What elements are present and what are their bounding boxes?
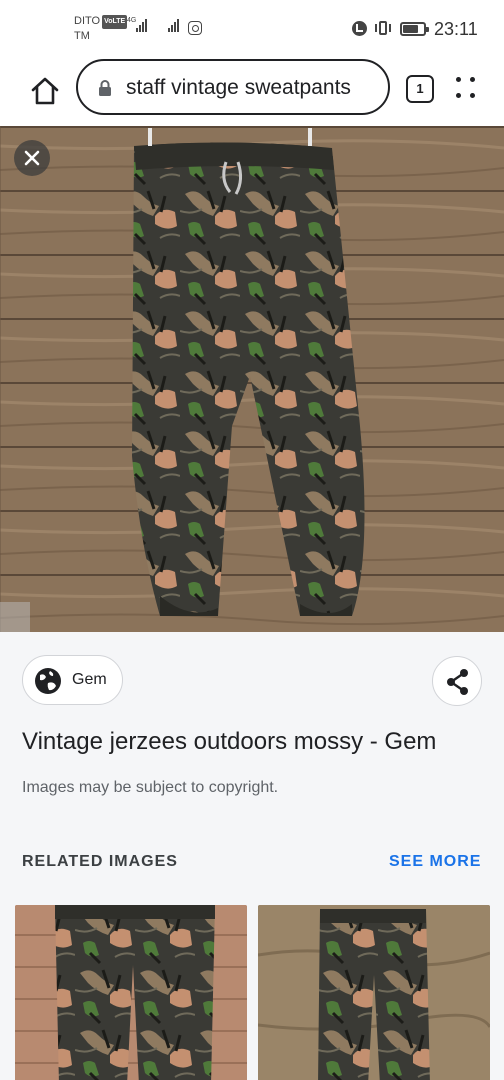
result-title[interactable]: Vintage jerzees outdoors mossy - Gem — [22, 728, 436, 756]
network-type-label: 4G — [127, 17, 137, 24]
volte-badge: VoLTE — [102, 15, 128, 29]
vibrate-icon — [375, 20, 391, 36]
search-bar[interactable]: staff vintage sweatpants — [76, 59, 390, 115]
image-viewer-page: DITO VoLTE TM 4G 23:11 staff vintage swe… — [0, 0, 504, 1080]
status-clock: 23:11 — [434, 19, 478, 39]
more-vert-icon[interactable] — [456, 74, 482, 104]
carrier-suffix: TM — [74, 30, 90, 42]
source-chip[interactable]: Gem — [22, 655, 123, 705]
sweatpants-photo — [0, 126, 504, 632]
related-images-heading: RELATED IMAGES — [22, 853, 178, 870]
carrier-name: DITO — [74, 15, 101, 27]
close-icon — [24, 150, 40, 166]
home-icon — [31, 77, 59, 105]
browser-toolbar: staff vintage sweatpants 1 — [0, 56, 504, 126]
search-query-text[interactable]: staff vintage sweatpants — [126, 76, 351, 100]
signal-strength-icon-sim2 — [168, 18, 179, 32]
related-image-thumbnail[interactable] — [15, 905, 247, 1080]
alarm-icon — [352, 21, 367, 36]
globe-icon — [35, 668, 61, 694]
see-more-link[interactable]: SEE MORE — [389, 853, 481, 871]
battery-icon — [400, 22, 429, 36]
status-bar: DITO VoLTE TM 4G 23:11 — [0, 0, 504, 56]
battery-level-fill — [403, 25, 418, 33]
related-image-thumbnail[interactable] — [258, 905, 490, 1080]
result-image[interactable] — [0, 126, 504, 632]
signal-strength-icon-sim1 — [136, 18, 147, 32]
share-icon — [447, 669, 468, 695]
related-image-photo — [258, 905, 490, 1080]
tab-switcher-button[interactable]: 1 — [406, 75, 434, 103]
share-button[interactable] — [432, 656, 482, 706]
carrier-info: DITO VoLTE TM — [74, 14, 128, 43]
close-button[interactable] — [14, 140, 50, 176]
copyright-notice: Images may be subject to copyright. — [22, 779, 279, 796]
instagram-notification-icon — [188, 21, 202, 35]
result-info-panel: Gem Vintage jerzees outdoors mossy - Gem… — [0, 632, 504, 1080]
home-button[interactable] — [28, 74, 62, 108]
source-name: Gem — [72, 671, 107, 688]
related-image-photo — [15, 905, 247, 1080]
lock-icon — [99, 80, 111, 96]
